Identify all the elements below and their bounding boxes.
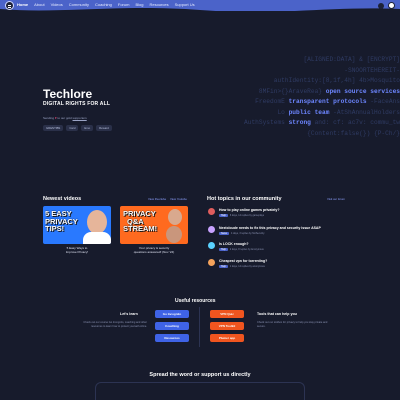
nav-coaching[interactable]: Coaching <box>95 2 112 7</box>
plumer-app-button[interactable]: Plumer app <box>210 334 244 342</box>
nav-forum[interactable]: Forum <box>118 2 130 7</box>
useful-resources-title: Useful resources <box>175 298 216 304</box>
video-card[interactable]: PRIVACY Q&A STREAM! Your privacy & secur… <box>120 206 188 254</box>
user-avatar <box>208 242 215 249</box>
support-box <box>95 382 305 400</box>
nav-about[interactable]: About <box>34 2 44 7</box>
hero-chip[interactable]: Reward <box>96 125 112 131</box>
newest-videos-title: Newest videos <box>43 196 82 202</box>
topic-tag[interactable]: Help <box>219 264 228 268</box>
topic-tag[interactable]: Help <box>219 247 228 251</box>
topic-title[interactable]: Nextcloude needs to fix this privacy and… <box>219 226 321 230</box>
account-icon[interactable] <box>388 2 395 9</box>
hero-code-background: [ALIGNED:DATA] & [ENCRYPT] -SNOORTEHEREI… <box>185 55 400 139</box>
learn-text: Check out our course Go Incognito, coach… <box>83 321 147 328</box>
tools-text: Check out our toolbox for privacy to hel… <box>257 321 328 328</box>
hero-subtitle: DIGITAL RIGHTS FOR ALL <box>43 101 111 107</box>
supporters-link[interactable]: supporters <box>73 116 87 120</box>
theme-toggle-icon[interactable] <box>378 2 384 9</box>
nav-home[interactable]: Home <box>17 2 28 7</box>
go-incognito-button[interactable]: Go Incognito <box>155 310 189 318</box>
vpn-toolkit-button[interactable]: VPN Toolkit <box>210 322 244 330</box>
video-caption[interactable]: 5 Easy Ways to Improve Privacy! <box>43 246 111 254</box>
main-nav: Home About Videos Community Coaching For… <box>17 2 195 7</box>
user-avatar <box>208 226 215 233</box>
nav-blog[interactable]: Blog <box>135 2 143 7</box>
code-line: AuthSystems strong and: cf: ac7v: commu_… <box>244 119 400 126</box>
code-line: [ALIGNED:DATA] & [ENCRYPT] <box>303 56 400 63</box>
topic-item[interactable]: Cheapest vpn for torrenting? Help 1 days,… <box>208 259 267 268</box>
nav-videos[interactable]: Videos <box>51 2 63 7</box>
code-line: -SNOORTEHEREIT- <box>344 66 400 74</box>
video-thumbnail[interactable]: PRIVACY Q&A STREAM! <box>120 206 188 244</box>
presenter-photo <box>166 226 182 243</box>
code-line: Lo public team -AtShAnnualHolders <box>277 108 400 116</box>
video-card[interactable]: 5 EASY PRIVACY TIPS! 5 Easy Ways to Impr… <box>43 206 111 254</box>
hero-chips: GRENTIBS Card Emo Reward <box>43 125 112 131</box>
nav-right-controls <box>378 2 395 9</box>
topic-title[interactable]: Cheapest vpn for torrenting? <box>219 259 267 263</box>
top-nav: Home About Videos Community Coaching For… <box>0 0 400 11</box>
vpn-quiz-button[interactable]: VPN Quiz <box>210 310 244 318</box>
hero-supporters-line: Sending ♥ to our gold supporters <box>43 116 87 120</box>
topic-title[interactable]: How to play online games privately? <box>219 208 280 212</box>
nav-community[interactable]: Community <box>69 2 89 7</box>
hero-title: Techlore <box>43 87 93 101</box>
hero-chip[interactable]: Card <box>66 125 79 131</box>
hot-topics-title: Hot topics in our community <box>207 196 282 202</box>
topic-title[interactable]: Is LOCK enough? <box>219 242 264 246</box>
code-line: FreedomE transparent protocols -FaceAns <box>255 98 400 105</box>
resources-button[interactable]: Resources <box>155 334 189 342</box>
hero-chip[interactable]: GRENTIBS <box>43 125 64 131</box>
learn-heading: Let's learn <box>120 312 138 316</box>
view-youtube-link[interactable]: View Youtube <box>170 197 187 201</box>
divider <box>199 307 200 347</box>
tools-heading: Tools that can help you <box>257 312 297 316</box>
code-line: 8MFin>{}AraveRea} open source services <box>258 87 400 95</box>
video-thumbnail[interactable]: 5 EASY PRIVACY TIPS! <box>43 206 111 244</box>
coaching-button[interactable]: Coaching <box>155 322 189 330</box>
topic-item[interactable]: Nextcloude needs to fix this privacy and… <box>208 226 321 235</box>
topic-tag[interactable]: Help <box>219 213 228 217</box>
view-peertube-link[interactable]: View Peertube <box>148 197 166 201</box>
user-avatar <box>208 208 215 215</box>
user-avatar <box>208 259 215 266</box>
techlore-logo[interactable] <box>5 1 14 10</box>
code-line: authIdentity:[8,1f,4h] 4b>Mosquito <box>273 77 400 84</box>
topic-item[interactable]: Is LOCK enough? Help 2 days, 8 replies by… <box>208 242 264 251</box>
topic-item[interactable]: How to play online games privately? Help… <box>208 208 280 217</box>
video-caption[interactable]: Your privacy & security questions answer… <box>120 246 188 254</box>
topic-tag[interactable]: News <box>219 231 229 235</box>
visit-forum-link[interactable]: Visit our forum <box>327 197 345 201</box>
presenter-photo <box>168 209 182 225</box>
presenter-shirt <box>83 232 111 244</box>
spread-the-word-title: Spread the word or support us directly <box>149 372 251 378</box>
presenter-photo <box>87 210 107 234</box>
hero-chip[interactable]: Emo <box>81 125 94 131</box>
nav-support-us[interactable]: Support Us <box>175 2 195 7</box>
code-line: {Content:false(}) {P-Ch/} <box>307 129 400 137</box>
nav-resources[interactable]: Resources <box>149 2 168 7</box>
